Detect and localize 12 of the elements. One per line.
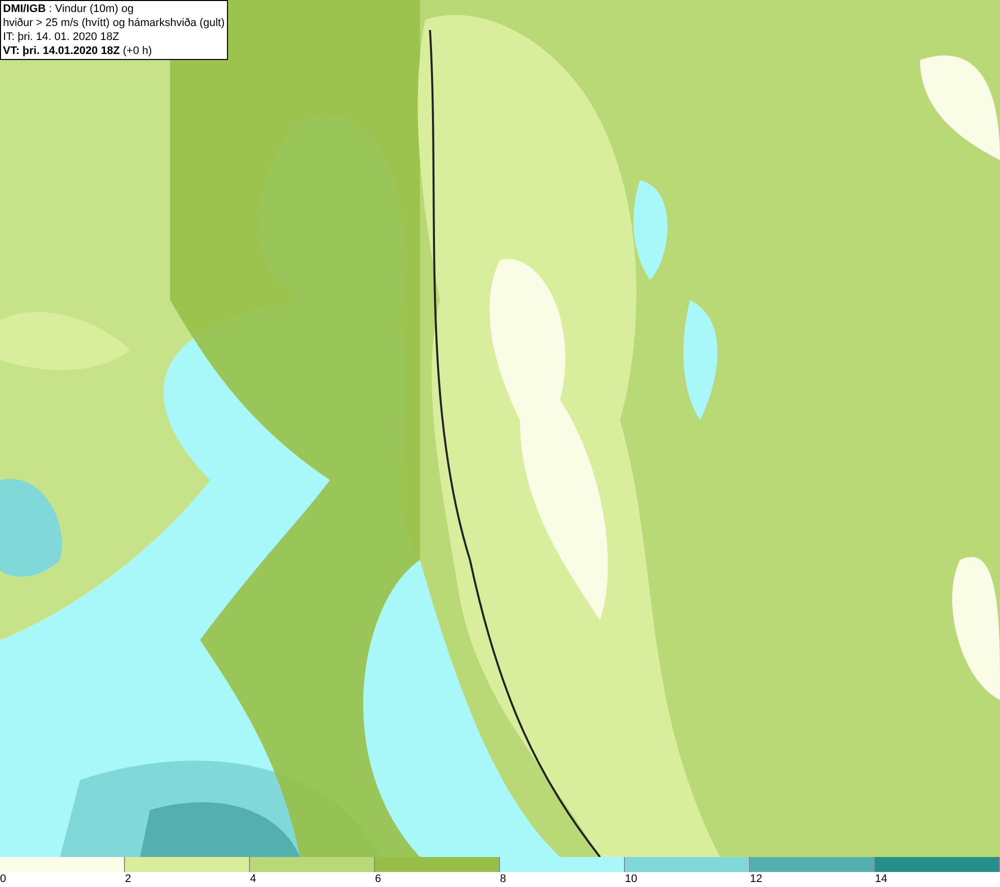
scale-label: 10 — [625, 872, 638, 886]
legend-text: hviður > 25 m/s (hvítt) og hámarkshviða (gult) — [3, 16, 225, 30]
scale-label: 6 — [375, 872, 382, 886]
legend-text: VT: þri. 14.01.2020 18Z (+0 h) — [3, 44, 153, 58]
scale-label: 0 — [0, 872, 6, 886]
scale-label: 12 — [750, 872, 762, 886]
legend-text: IT: þri. 14. 01. 2020 18Z — [3, 30, 120, 44]
scale-label: 8 — [500, 872, 506, 886]
scale-label: 4 — [250, 872, 256, 886]
scale-label: 14 — [875, 872, 888, 886]
legend-text: DMI/IGB : Vindur (10m) og — [3, 2, 135, 16]
scale-label: 2 — [125, 872, 132, 886]
